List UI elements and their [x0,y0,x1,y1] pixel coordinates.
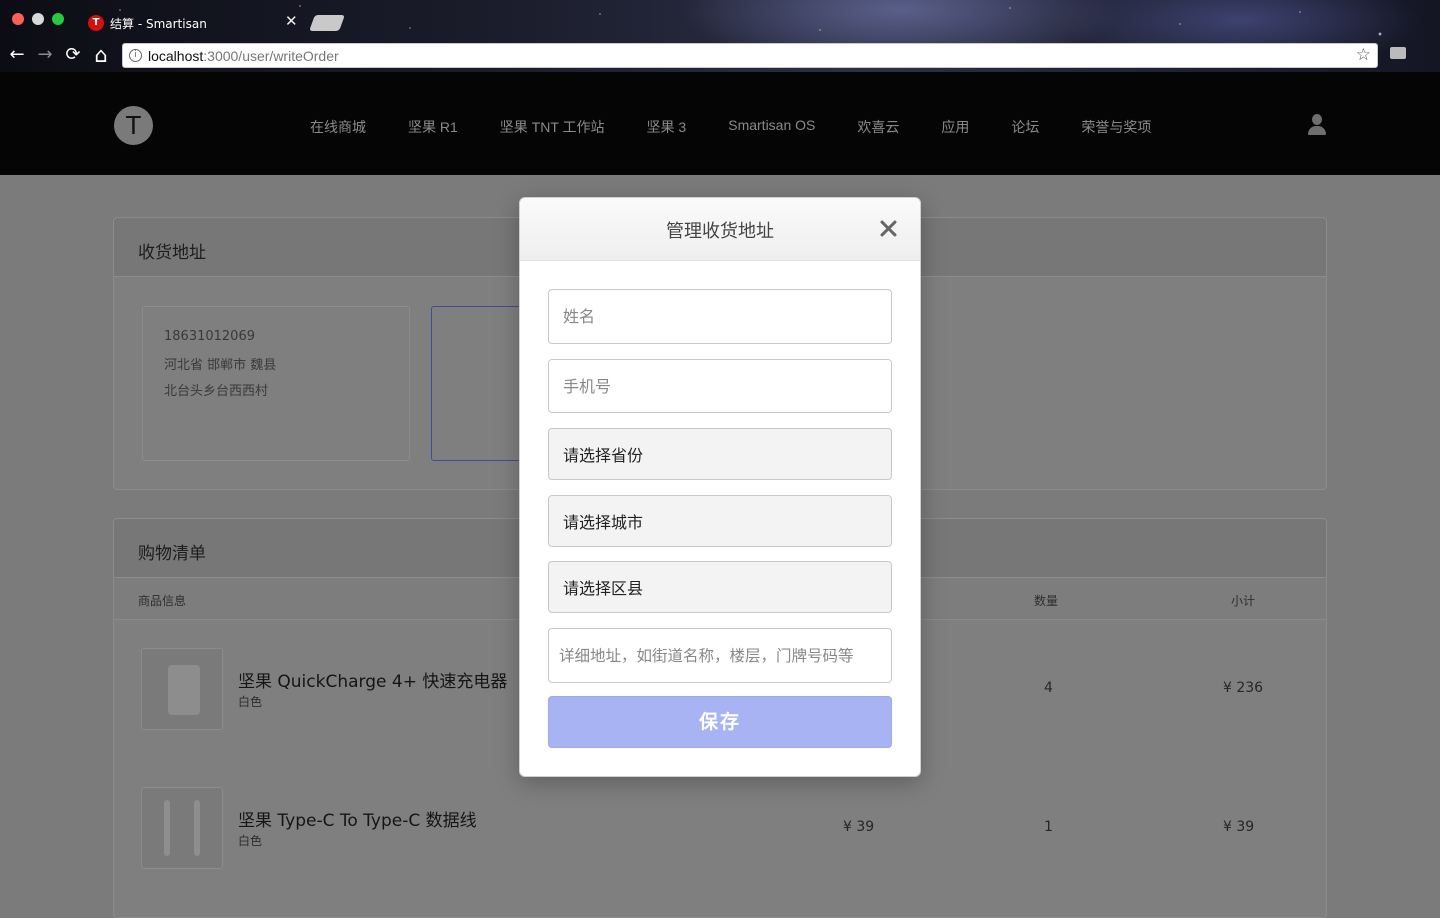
reload-icon[interactable]: ⟳ [62,44,84,66]
city-select-label: 请选择城市 [563,513,644,532]
address-bar[interactable]: i localhost:3000/user/writeOrder ☆ [122,43,1378,68]
product-image-charger[interactable] [141,648,223,730]
charger-shape [168,665,200,715]
user-icon[interactable] [1308,114,1326,136]
column-subtotal: 小计 [1231,594,1256,608]
cart-item: 坚果 Type-C To Type-C 数据线 白色 ¥ 39 1 ¥ 39 [114,759,1326,898]
address-region: 河北省 邯郸市 魏县 [164,358,277,373]
cart-panel-title: 购物清单 [138,544,206,564]
modal-header: 管理收货地址 [520,198,920,261]
nav-item-phone3[interactable]: 坚果 3 [647,117,687,137]
browser-tab[interactable]: T 结算 - Smartisan ✕ [80,8,308,38]
column-info: 商品信息 [138,594,187,608]
province-select[interactable]: 请选择省份 [548,428,892,480]
address-panel-title: 收货地址 [138,243,206,263]
nav-item-apps[interactable]: 应用 [941,117,969,137]
address-modal: 管理收货地址 请选择省份 请选择城市 请选择区县 保存 [519,197,921,777]
phone-field[interactable] [548,359,892,413]
nav-item-awards[interactable]: 荣誉与奖项 [1081,117,1151,137]
province-select-label: 请选择省份 [563,446,644,465]
nav-item-store[interactable]: 在线商城 [310,117,366,137]
window-close-button[interactable] [12,13,24,25]
tab-close-icon[interactable]: ✕ [285,12,298,30]
browser-chrome: T 结算 - Smartisan ✕ ← → ⟳ ⌂ i localhost:3… [0,0,1440,72]
bookmark-star-icon[interactable]: ☆ [1356,45,1371,65]
product-spec: 白色 [238,695,263,709]
window-minimize-button[interactable] [32,13,44,25]
product-image-cable[interactable] [141,787,223,869]
forward-icon[interactable]: → [34,44,56,66]
nav-item-r1[interactable]: 坚果 R1 [408,117,458,137]
close-icon[interactable] [876,216,902,242]
address-card[interactable]: 18631012069 河北省 邯郸市 魏县 北台头乡台西西村 [142,306,410,461]
new-tab-button[interactable] [309,15,345,31]
url-host: localhost [148,48,204,64]
product-qty: 4 [1044,680,1053,696]
cable-shape [194,800,200,856]
address-phone: 18631012069 [164,329,255,344]
product-spec: 白色 [238,834,263,848]
window-maximize-button[interactable] [52,13,64,25]
user-icon-head [1312,114,1322,125]
tab-title: 结算 - Smartisan [110,17,207,31]
nav-item-cloud[interactable]: 欢喜云 [857,117,899,137]
url-path: :3000/user/writeOrder [203,48,339,64]
product-subtotal: ¥ 236 [1223,680,1264,696]
product-qty: 1 [1044,819,1053,835]
nav-item-forum[interactable]: 论坛 [1011,117,1039,137]
site-header: T 在线商城 坚果 R1 坚果 TNT 工作站 坚果 3 Smartisan O… [0,72,1440,175]
product-subtotal: ¥ 39 [1223,819,1255,835]
cable-shape [164,800,170,856]
city-select[interactable]: 请选择城市 [548,495,892,547]
nav-item-os[interactable]: Smartisan OS [728,117,815,137]
home-icon[interactable]: ⌂ [90,44,112,66]
smartisan-logo[interactable]: T [114,106,153,145]
product-name[interactable]: 坚果 Type-C To Type-C 数据线 [238,806,477,831]
name-field[interactable] [548,289,892,344]
nav-item-tnt[interactable]: 坚果 TNT 工作站 [500,117,605,137]
column-qty: 数量 [1034,594,1059,608]
address-street: 北台头乡台西西村 [164,384,269,399]
user-icon-body [1308,126,1326,135]
detail-address-field[interactable] [548,628,892,683]
save-button[interactable]: 保存 [548,696,892,748]
site-info-icon[interactable]: i [129,49,142,62]
main-nav: 在线商城 坚果 R1 坚果 TNT 工作站 坚果 3 Smartisan OS … [310,117,1193,137]
modal-title: 管理收货地址 [666,221,774,242]
smartisan-favicon-icon: T [88,15,104,31]
district-select-label: 请选择区县 [563,579,644,598]
url-text: localhost:3000/user/writeOrder [148,48,339,64]
camera-icon[interactable] [1390,47,1406,59]
product-price: ¥ 39 [843,819,875,835]
back-icon[interactable]: ← [6,44,28,66]
district-select[interactable]: 请选择区县 [548,561,892,613]
product-name[interactable]: 坚果 QuickCharge 4+ 快速充电器 [238,667,507,692]
